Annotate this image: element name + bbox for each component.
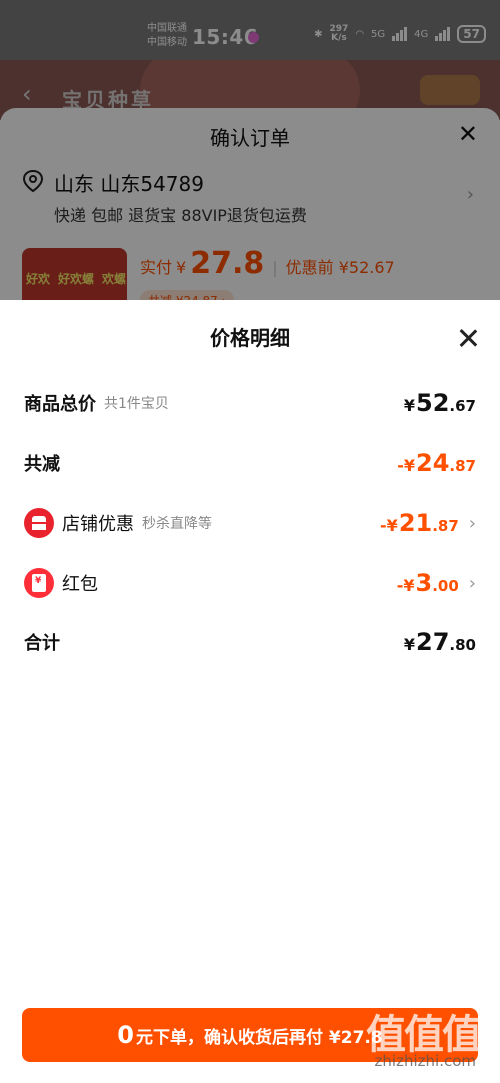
- cta-zero: 0: [117, 1021, 134, 1049]
- row-amount: -¥ 24.87: [397, 449, 476, 477]
- dim-overlay[interactable]: [0, 0, 500, 300]
- chevron-right-icon: ›: [468, 512, 476, 534]
- chevron-right-icon: ›: [468, 572, 476, 594]
- row-red-packet[interactable]: 红包 -¥3.00 ›: [24, 563, 476, 603]
- row-amount: -¥ 21.87: [380, 509, 459, 537]
- row-label: 红包: [62, 574, 98, 595]
- price-detail-title: 价格明细: [210, 326, 290, 350]
- red-packet-icon: [24, 568, 54, 598]
- row-amount: ¥27.80: [403, 628, 476, 656]
- row-label: 合计: [24, 633, 60, 654]
- row-hint: 共1件宝贝: [104, 396, 169, 412]
- row-store-discount[interactable]: 店铺优惠 秒杀直降等 -¥ 21.87 ›: [24, 503, 476, 543]
- row-amount: -¥ 3.00: [396, 569, 459, 597]
- row-hint: 秒杀直降等: [142, 516, 212, 532]
- place-order-button[interactable]: 0 元下单，确认收货后再付 ¥27.8: [22, 1008, 478, 1062]
- store-icon: [24, 508, 54, 538]
- row-label: 商品总价: [24, 394, 96, 415]
- row-goods-total: 商品总价 共1件宝贝 ¥52.67: [24, 383, 476, 423]
- cta-label: 元下单，确认收货后再付 ¥27.8: [136, 1027, 383, 1048]
- row-amount: ¥52.67: [403, 389, 476, 417]
- row-grand-total: 合计 ¥27.80: [24, 622, 476, 662]
- close-icon[interactable]: [456, 326, 480, 350]
- row-label: 共减: [24, 454, 60, 475]
- row-total-discount: 共减 -¥ 24.87: [24, 443, 476, 483]
- price-detail-sheet: 价格明细 商品总价 共1件宝贝 ¥52.67 共减 -¥ 24.87 店铺优惠 秒…: [0, 300, 500, 1083]
- row-label: 店铺优惠: [62, 514, 134, 535]
